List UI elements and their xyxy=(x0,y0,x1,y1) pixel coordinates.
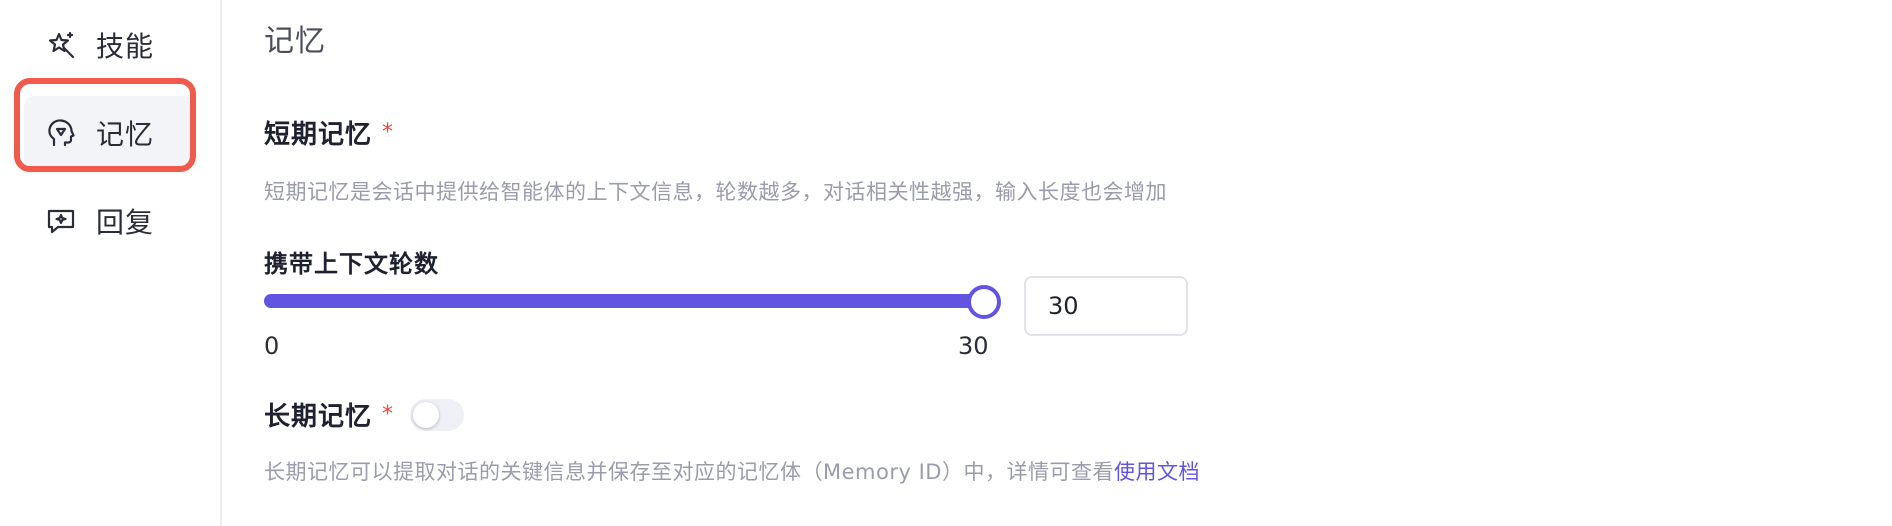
long-memory-description: 长期记忆可以提取对话的关键信息并保存至对应的记忆体（Memory ID）中，详情… xyxy=(264,456,1200,486)
head-brain-icon xyxy=(44,116,78,150)
slider-thumb[interactable] xyxy=(967,285,1001,319)
context-rounds-label: 携带上下文轮数 xyxy=(264,250,439,278)
slider-fill xyxy=(264,294,980,308)
context-rounds-input[interactable] xyxy=(1024,276,1188,336)
short-memory-description: 短期记忆是会话中提供给智能体的上下文信息，轮数越多，对话相关性越强，输入长度也会… xyxy=(264,180,1167,204)
long-memory-toggle[interactable] xyxy=(410,398,465,431)
slider-max-label: 30 xyxy=(958,332,989,360)
chat-sparkle-icon xyxy=(44,204,78,238)
page-title: 记忆 xyxy=(264,24,326,59)
slider-min-label: 0 xyxy=(264,332,280,360)
toggle-knob xyxy=(413,401,440,428)
app-window: 技能 记忆 回复 记忆 短期记忆 * 短期记忆是会话中提供给智能体的上下文信息，… xyxy=(0,0,1892,526)
long-memory-description-text: 长期记忆可以提取对话的关键信息并保存至对应的记忆体（Memory ID）中，详情… xyxy=(264,460,1114,484)
sidebar: 技能 记忆 回复 xyxy=(0,0,222,526)
sparkle-wand-icon xyxy=(44,28,78,62)
sidebar-item-label: 回复 xyxy=(96,206,155,239)
long-memory-title-text: 长期记忆 xyxy=(264,402,373,432)
short-memory-title-text: 短期记忆 xyxy=(264,120,373,150)
short-memory-title: 短期记忆 * xyxy=(264,114,394,151)
doc-link[interactable]: 使用文档 xyxy=(1114,460,1200,484)
memory-settings-panel: 记忆 短期记忆 * 短期记忆是会话中提供给智能体的上下文信息，轮数越多，对话相关… xyxy=(264,0,1892,526)
sidebar-item-label: 技能 xyxy=(96,30,155,63)
sidebar-item-skills[interactable]: 技能 xyxy=(24,8,194,82)
required-mark: * xyxy=(382,120,395,145)
context-rounds-slider[interactable] xyxy=(264,285,1001,319)
sidebar-item-reply[interactable]: 回复 xyxy=(24,184,194,258)
sidebar-item-memory[interactable]: 记忆 xyxy=(24,96,194,170)
sidebar-item-label: 记忆 xyxy=(96,118,155,151)
long-memory-title: 长期记忆 * xyxy=(264,396,465,433)
required-mark: * xyxy=(382,402,395,427)
